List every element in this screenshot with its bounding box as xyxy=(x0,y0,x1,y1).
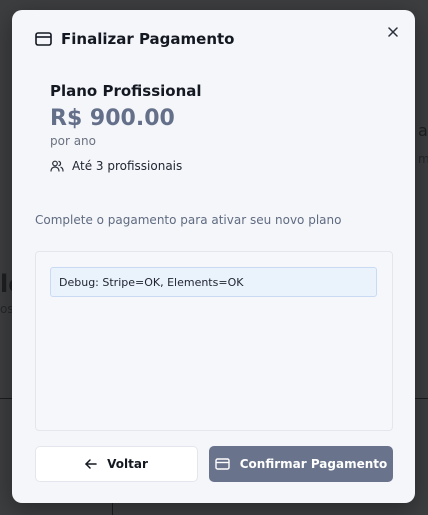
plan-feature-label: Até 3 profissionais xyxy=(72,159,183,173)
modal-title: Finalizar Pagamento xyxy=(61,30,235,48)
confirm-payment-button[interactable]: Confirmar Pagamento xyxy=(209,446,393,482)
modal-header: Finalizar Pagamento xyxy=(35,30,234,48)
users-icon xyxy=(50,160,64,172)
close-button[interactable] xyxy=(385,24,401,40)
credit-card-icon xyxy=(35,32,52,46)
background-text-right: m xyxy=(418,152,428,166)
back-button-label: Voltar xyxy=(107,457,148,471)
background-divider xyxy=(0,398,12,399)
confirm-button-label: Confirmar Pagamento xyxy=(239,457,388,471)
payment-modal: Finalizar Pagamento Plano Profissional R… xyxy=(12,10,415,503)
arrow-left-icon xyxy=(85,459,97,469)
plan-feature: Até 3 profissionais xyxy=(50,159,202,173)
background-heading-right: ac xyxy=(418,121,428,140)
credit-card-icon xyxy=(215,458,230,470)
plan-name: Plano Profissional xyxy=(50,82,202,100)
plan-period: por ano xyxy=(50,134,97,148)
payment-instruction: Complete o pagamento para ativar seu nov… xyxy=(35,213,342,227)
debug-message: Debug: Stripe=OK, Elements=OK xyxy=(50,267,377,297)
background-divider xyxy=(414,398,428,399)
plan-price: R$ 900.00 xyxy=(50,106,175,131)
plan-summary: Plano Profissional R$ 900.00 por ano Até… xyxy=(50,82,202,173)
back-button[interactable]: Voltar xyxy=(35,446,198,482)
payment-element-container[interactable]: Debug: Stripe=OK, Elements=OK xyxy=(35,251,393,431)
close-icon xyxy=(388,27,398,37)
